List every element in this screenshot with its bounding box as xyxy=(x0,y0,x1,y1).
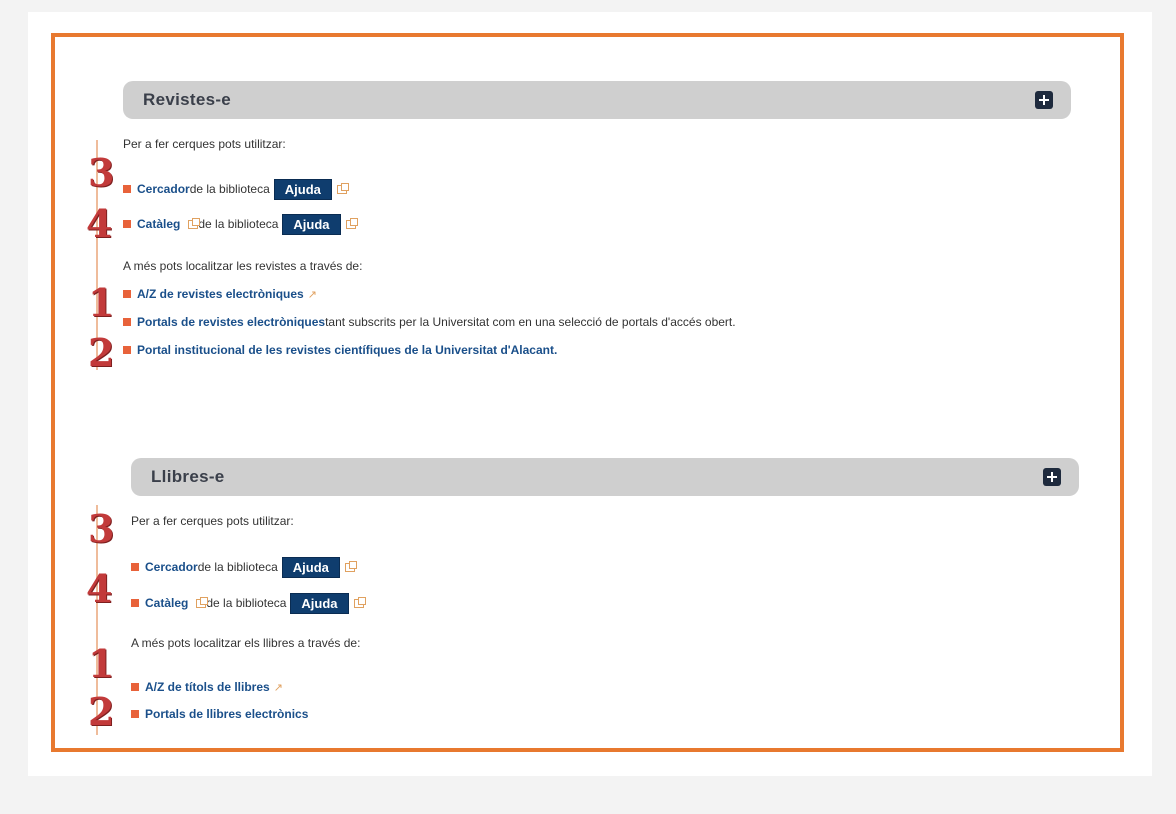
llibres-cercador-link[interactable]: Cercador xyxy=(145,560,198,574)
square-bullet-icon xyxy=(123,290,131,298)
annotation-number: 4 xyxy=(86,201,113,246)
llibres-more: A més pots localitzar els llibres a trav… xyxy=(131,633,360,653)
llibres-more-text: A més pots localitzar els llibres a trav… xyxy=(131,636,361,650)
external-link-icon[interactable]: ↗ xyxy=(308,288,317,301)
annotation-number: 2 xyxy=(88,330,115,375)
llibres-cataleg-ajuda-button[interactable]: Ajuda xyxy=(290,592,349,614)
revistes-az-link[interactable]: A/Z de revistes electròniques xyxy=(137,287,304,301)
revistes-intro-text: Per a fer cerques pots utilitzar: xyxy=(123,137,286,151)
revistes-intro: Per a fer cerques pots utilitzar: xyxy=(123,134,286,154)
llibres-intro-text: Per a fer cerques pots utilitzar: xyxy=(131,514,294,528)
revistes-cercador-text: de la biblioteca xyxy=(189,182,270,196)
llibres-cercador-ajuda-button[interactable]: Ajuda xyxy=(281,556,340,578)
square-bullet-icon xyxy=(123,185,131,193)
annotation-number: 1 xyxy=(88,641,115,686)
external-link-icon[interactable] xyxy=(344,560,357,572)
external-link-icon[interactable] xyxy=(196,596,209,608)
llibres-cataleg-text: de la biblioteca xyxy=(206,596,287,610)
revistes-more-text: A més pots localitzar les revistes a tra… xyxy=(123,259,363,273)
expand-revistes-plus-square-icon[interactable] xyxy=(1035,91,1053,109)
square-bullet-icon xyxy=(123,346,131,354)
llibres-intro: Per a fer cerques pots utilitzar: xyxy=(131,511,294,531)
expand-llibres-plus-square-icon[interactable] xyxy=(1043,468,1061,486)
section-header-revistes[interactable]: Revistes-e xyxy=(123,81,1071,119)
square-bullet-icon xyxy=(131,710,139,718)
llibres-cercador-item: Cercador de la biblioteca Ajuda xyxy=(131,556,357,578)
revistes-cercador-link[interactable]: Cercador xyxy=(137,182,190,196)
square-bullet-icon xyxy=(131,563,139,571)
external-link-icon[interactable] xyxy=(353,596,366,608)
revistes-cataleg-text: de la biblioteca xyxy=(198,217,279,231)
revistes-more: A més pots localitzar les revistes a tra… xyxy=(123,256,362,276)
llibres-cataleg-link[interactable]: Catàleg xyxy=(145,596,188,610)
external-link-icon[interactable] xyxy=(336,182,349,194)
annotation-number: 4 xyxy=(86,566,113,611)
llibres-portals-link[interactable]: Portals de llibres electrònics xyxy=(145,707,308,721)
revistes-portal-inst-item: Portal institucional de les revistes cie… xyxy=(123,340,557,360)
section-header-llibres[interactable]: Llibres-e xyxy=(131,458,1079,496)
section-title-revistes: Revistes-e xyxy=(143,90,232,109)
revistes-cercador-ajuda-button[interactable]: Ajuda xyxy=(273,178,332,200)
section-title-llibres: Llibres-e xyxy=(151,467,225,486)
llibres-portals-item: Portals de llibres electrònics xyxy=(131,704,308,724)
revistes-cataleg-link[interactable]: Catàleg xyxy=(137,217,180,231)
llibres-az-item: A/Z de títols de llibres ↗ xyxy=(131,677,283,697)
annotation-number: 2 xyxy=(88,689,115,734)
revistes-cataleg-item: Catàleg de la biblioteca Ajuda xyxy=(123,213,358,235)
external-link-icon[interactable] xyxy=(188,217,201,229)
llibres-cataleg-item: Catàleg de la biblioteca Ajuda xyxy=(131,592,366,614)
square-bullet-icon xyxy=(123,220,131,228)
revistes-cataleg-ajuda-button[interactable]: Ajuda xyxy=(282,213,341,235)
revistes-portal-inst-link[interactable]: Portal institucional de les revistes cie… xyxy=(137,343,557,357)
square-bullet-icon xyxy=(131,683,139,691)
llibres-cercador-text: de la biblioteca xyxy=(197,560,278,574)
external-link-icon[interactable]: ↗ xyxy=(274,681,283,694)
annotation-number: 1 xyxy=(88,280,115,325)
square-bullet-icon xyxy=(131,599,139,607)
revistes-portals-item: Portals de revistes electròniques tant s… xyxy=(123,312,736,332)
external-link-icon[interactable] xyxy=(345,217,358,229)
revistes-portals-link[interactable]: Portals de revistes electròniques xyxy=(137,315,325,329)
annotation-number: 3 xyxy=(88,150,115,195)
revistes-portals-text: tant subscrits per la Universitat com en… xyxy=(325,315,736,329)
square-bullet-icon xyxy=(123,318,131,326)
revistes-az-item: A/Z de revistes electròniques ↗ xyxy=(123,284,317,304)
revistes-cercador-item: Cercador de la biblioteca Ajuda xyxy=(123,178,349,200)
annotation-number: 3 xyxy=(88,506,115,551)
llibres-az-link[interactable]: A/Z de títols de llibres xyxy=(145,680,270,694)
